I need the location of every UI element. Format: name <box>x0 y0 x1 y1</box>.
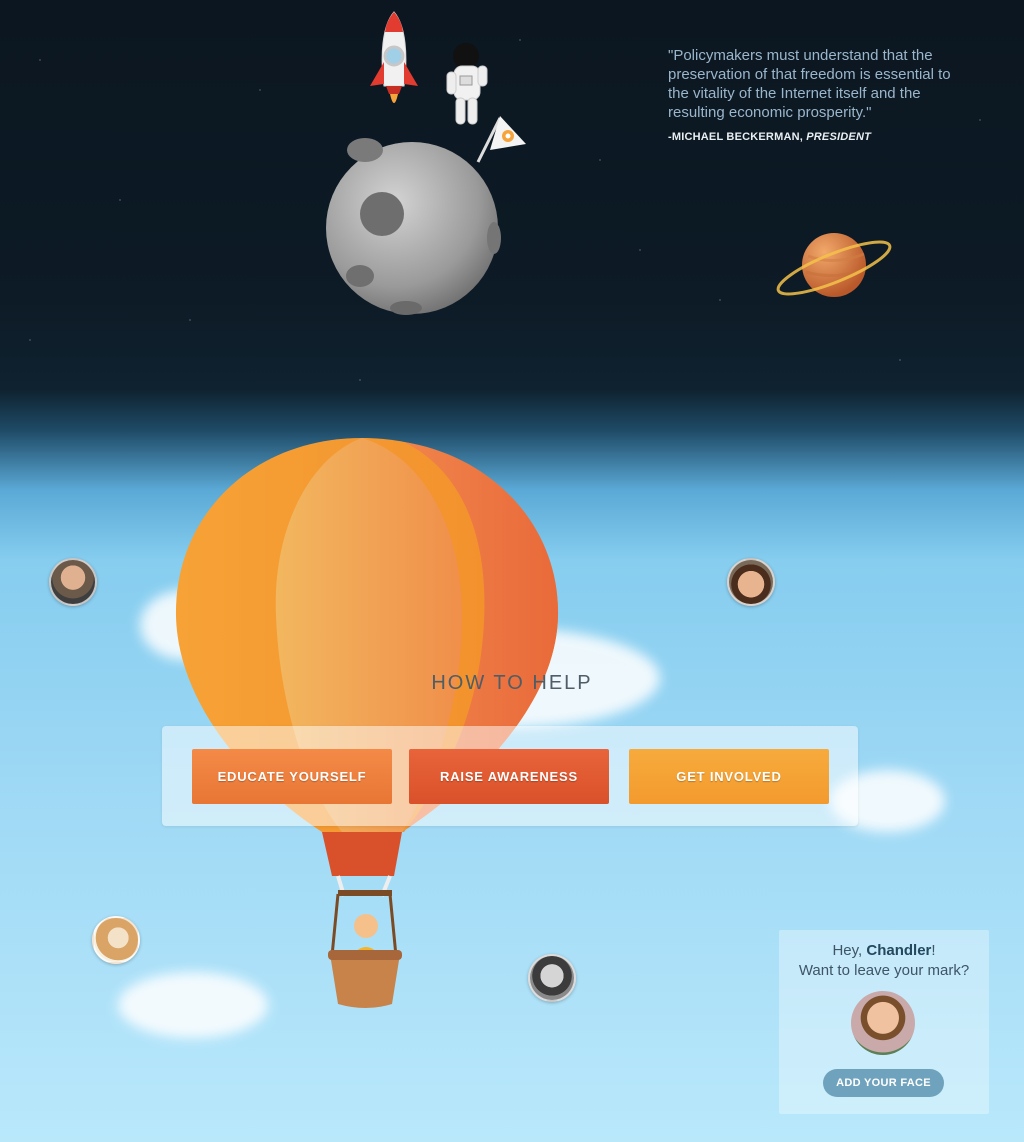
avatar[interactable] <box>727 558 775 606</box>
quote-text: "Policymakers must understand that the p… <box>668 47 951 121</box>
user-avatar <box>851 991 915 1055</box>
get-involved-button[interactable]: GET INVOLVED <box>629 749 829 804</box>
leave-your-mark-card: Hey, Chandler! Want to leave your mark? … <box>779 930 989 1114</box>
avatar[interactable] <box>528 954 576 1002</box>
avatar[interactable] <box>92 916 140 964</box>
add-your-face-button[interactable]: ADD YOUR FACE <box>823 1069 944 1097</box>
mark-greeting: Hey, Chandler! <box>779 942 989 959</box>
mark-prompt: Want to leave your mark? <box>798 962 970 979</box>
educate-yourself-button[interactable]: EDUCATE YOURSELF <box>192 749 392 804</box>
raise-awareness-button[interactable]: RAISE AWARENESS <box>409 749 609 804</box>
avatar[interactable] <box>49 558 97 606</box>
mark-user-name: Chandler <box>866 942 932 959</box>
rocket-icon <box>370 11 418 103</box>
mark-greeting-text: Hey, <box>832 942 863 959</box>
mark-exclaim: ! <box>931 942 936 959</box>
quote-author: -MICHAEL BECKERMAN, PRESIDENT <box>668 131 871 143</box>
how-to-help-panel: EDUCATE YOURSELF RAISE AWARENESS GET INV… <box>162 726 858 826</box>
quote-author-name: -MICHAEL BECKERMAN, <box>668 131 803 143</box>
hot-air-balloon-icon <box>175 438 559 1008</box>
how-to-help-title: HOW TO HELP <box>431 672 593 694</box>
planet-icon <box>776 233 892 297</box>
moon-icon <box>326 116 526 315</box>
quote-author-role: PRESIDENT <box>806 131 872 143</box>
